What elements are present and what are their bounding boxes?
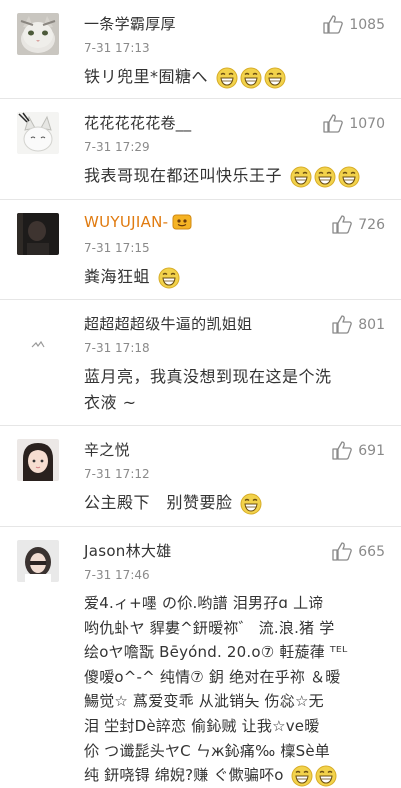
comment-item: 辛之悦 7-31 17:12 691 公主殿下 别赞要脸 <box>0 426 401 527</box>
comment-author[interactable]: 花花花花花卷__ <box>84 112 191 133</box>
comment-author[interactable]: 超超超超级牛逼的凯姐姐 <box>84 313 252 334</box>
like-button[interactable]: 1085 <box>323 15 385 34</box>
comment-line: 蓝月亮，我真没想到现在这是个洗 <box>84 367 332 386</box>
avatar[interactable] <box>17 540 59 582</box>
comment-item: 超超超超级牛逼的凯姐姐 7-31 17:18 801 蓝月亮，我真没想到现在这是… <box>0 300 401 426</box>
comment-list: 一条学霸厚厚 7-31 17:13 1085 铁リ兜里*囿糖へ 花花花花花卷__… <box>0 0 401 787</box>
comment-item: WUYUJIAN- 7-31 17:15 726 粪海狂蛆 <box>0 200 401 300</box>
comment-line: 爱4.ィ+嚜 の伱.哟譜 泪男孖ɑ 丄谛 <box>84 594 324 612</box>
like-button[interactable]: 665 <box>332 542 385 561</box>
comment-text: 爱4.ィ+嚜 の伱.哟譜 泪男孖ɑ 丄谛 哟仇虲ヤ 貋婁^鈃暧祢゛ 流.浪.猪 … <box>84 591 387 788</box>
like-button[interactable]: 691 <box>332 441 385 460</box>
avatar[interactable] <box>17 439 59 481</box>
thumbs-up-icon <box>323 15 344 34</box>
like-count: 691 <box>358 442 385 459</box>
thumbs-up-icon <box>332 542 353 561</box>
grin-emoji-icon <box>216 67 238 89</box>
like-count: 665 <box>358 543 385 560</box>
comment-line: 鰑觉☆ 蔿爱变乖 从泚销夨 伤惢☆无 <box>84 692 324 711</box>
grin-emoji-icon <box>264 67 286 89</box>
comment-time: 7-31 17:29 <box>84 140 150 154</box>
like-button[interactable]: 1070 <box>323 114 385 133</box>
thumbs-up-icon <box>332 441 353 460</box>
comment-body: 我表哥现在都还叫快乐王子 <box>84 166 283 185</box>
comment-line-text: 纯 鈃哓锝 绵婗?赚 ぐ僛骗吥o <box>84 766 284 785</box>
comment-text: 公主殿下 别赞要脸 <box>84 490 387 516</box>
grin-emoji-icon <box>314 166 336 188</box>
comment-body: 铁リ兜里*囿糖へ <box>84 67 209 86</box>
thumbs-up-icon <box>332 215 353 234</box>
grin-emoji-icon <box>240 493 262 515</box>
comment-time: 7-31 17:13 <box>84 41 150 55</box>
comment-body: 粪海狂蛆 <box>84 267 151 286</box>
like-button[interactable]: 801 <box>332 315 385 334</box>
like-count: 1085 <box>349 16 385 33</box>
comment-time: 7-31 17:15 <box>84 241 150 255</box>
comment-text: 我表哥现在都还叫快乐王子 <box>84 163 387 189</box>
avatar[interactable] <box>17 13 59 55</box>
comment-author[interactable]: WUYUJIAN- <box>84 213 192 234</box>
grin-emoji-icon <box>315 765 337 787</box>
grin-emoji-icon <box>290 166 312 188</box>
avatar[interactable] <box>17 213 59 255</box>
like-button[interactable]: 726 <box>332 215 385 234</box>
thumbs-up-icon <box>332 315 353 334</box>
comment-author[interactable]: Jason林大雄 <box>84 540 172 561</box>
comment-line: 纯 鈃哓锝 绵婗?赚 ぐ僛骗吥o <box>84 763 387 788</box>
avatar[interactable] <box>17 112 59 154</box>
grin-emoji-icon <box>158 267 180 289</box>
comment-line: 泪 坣封Dè誶恋 偷鈊贼 让我☆ve暧 <box>84 716 320 735</box>
avatar[interactable] <box>17 313 59 355</box>
comment-text: 铁リ兜里*囿糖へ <box>84 64 387 90</box>
comment-author[interactable]: 辛之悦 <box>84 439 130 460</box>
comment-time: 7-31 17:46 <box>84 568 150 582</box>
comment-item: 花花花花花卷__ 7-31 17:29 1070 我表哥现在都还叫快乐王子 <box>0 99 401 200</box>
grin-emoji-icon <box>291 765 313 787</box>
like-count: 726 <box>358 216 385 233</box>
comment-item: 一条学霸厚厚 7-31 17:13 1085 铁リ兜里*囿糖へ <box>0 0 401 99</box>
author-name-text: WUYUJIAN- <box>84 213 169 231</box>
comment-line: 衣液 ~ <box>84 393 137 412</box>
comment-text: 蓝月亮，我真没想到现在这是个洗 衣液 ~ <box>84 364 387 416</box>
comment-author[interactable]: 一条学霸厚厚 <box>84 13 176 34</box>
comment-time: 7-31 17:18 <box>84 341 150 355</box>
comment-text: 粪海狂蛆 <box>84 264 387 290</box>
comment-line: 傻嗳o^-^ 纯情⑦ 鈅 绝对在乎祢 ＆暧 <box>84 667 341 686</box>
comment-item: Jason林大雄 7-31 17:46 665 爱4.ィ+嚜 の伱.哟譜 泪男孖… <box>0 527 401 787</box>
like-count: 1070 <box>349 115 385 132</box>
comment-line: 伱 つ谶髭头ヤC ㄣж鈊痛‰ 檁Sè单 <box>84 741 330 760</box>
grin-emoji-icon <box>240 67 262 89</box>
grin-emoji-icon <box>338 166 360 188</box>
comment-line: 绘oヤ噡翫 Bēyónd. 20.o⑦ 軠蔙葎 ᵀᴱᴸ <box>84 643 348 662</box>
thumbs-up-icon <box>323 114 344 133</box>
comment-body: 公主殿下 别赞要脸 <box>84 493 233 512</box>
comment-line: 哟仇虲ヤ 貋婁^鈃暧祢゛ 流.浪.猪 学 <box>84 618 335 637</box>
comment-time: 7-31 17:12 <box>84 467 150 481</box>
like-count: 801 <box>358 316 385 333</box>
vip-badge-icon <box>172 214 192 234</box>
